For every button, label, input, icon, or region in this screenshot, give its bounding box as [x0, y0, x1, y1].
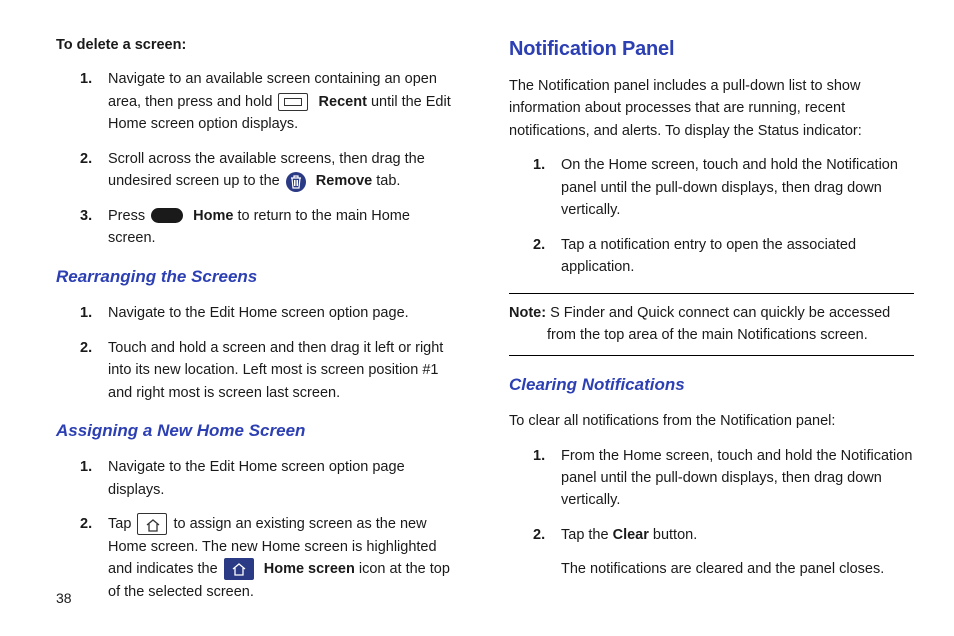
page-columns: To delete a screen: 1. Navigate to an av… [56, 34, 914, 617]
assigning-heading: Assigning a New Home Screen [56, 418, 461, 444]
note-text: S Finder and Quick connect can quickly b… [546, 305, 890, 321]
list-item: 2. Scroll across the available screens, … [80, 148, 461, 193]
step-number: 1. [80, 68, 92, 90]
list-item: 2. Touch and hold a screen and then drag… [80, 337, 461, 404]
notification-panel-heading: Notification Panel [509, 34, 914, 65]
clearing-steps: 1. From the Home screen, touch and hold … [533, 445, 914, 547]
clearing-outro: The notifications are cleared and the pa… [561, 558, 914, 580]
remove-label: Remove [316, 173, 372, 189]
step-text: Navigate to the Edit Home screen option … [108, 459, 405, 497]
notification-panel-intro: The Notification panel includes a pull-d… [509, 75, 914, 142]
step-number: 1. [80, 302, 92, 324]
list-item: 1. Navigate to the Edit Home screen opti… [80, 456, 461, 501]
list-item: 2. Tap to assign an existing screen as t… [80, 513, 461, 603]
rearranging-steps: 1. Navigate to the Edit Home screen opti… [80, 302, 461, 404]
home-outline-icon [137, 513, 167, 535]
step-text: From the Home screen, touch and hold the… [561, 448, 912, 509]
trash-icon [286, 172, 306, 192]
list-item: 1. On the Home screen, touch and hold th… [533, 154, 914, 221]
list-item: 1. Navigate to the Edit Home screen opti… [80, 302, 461, 324]
list-item: 1. From the Home screen, touch and hold … [533, 445, 914, 512]
note-block: Note: S Finder and Quick connect can qui… [509, 293, 914, 356]
step-text: button. [649, 527, 697, 543]
step-number: 1. [533, 445, 545, 467]
delete-screen-heading: To delete a screen: [56, 34, 461, 56]
step-text: Tap the [561, 527, 613, 543]
clear-label: Clear [613, 527, 649, 543]
step-number: 2. [80, 337, 92, 359]
step-text: tab. [376, 173, 400, 189]
list-item: 1. Navigate to an available screen conta… [80, 68, 461, 135]
step-text: Tap [108, 516, 135, 532]
home-filled-icon [224, 558, 254, 580]
step-text: On the Home screen, touch and hold the N… [561, 157, 898, 218]
list-item: 2. Tap a notification entry to open the … [533, 234, 914, 279]
home-screen-label: Home screen [264, 561, 355, 577]
clearing-heading: Clearing Notifications [509, 372, 914, 398]
step-number: 3. [80, 205, 92, 227]
home-button-icon [151, 208, 183, 223]
delete-screen-steps: 1. Navigate to an available screen conta… [80, 68, 461, 249]
left-column: To delete a screen: 1. Navigate to an av… [56, 34, 461, 617]
step-number: 1. [533, 154, 545, 176]
recent-icon [278, 93, 308, 111]
note-label: Note: [509, 305, 546, 321]
recent-label: Recent [319, 94, 367, 110]
assigning-steps: 1. Navigate to the Edit Home screen opti… [80, 456, 461, 603]
clearing-intro: To clear all notifications from the Noti… [509, 410, 914, 432]
notification-panel-steps: 1. On the Home screen, touch and hold th… [533, 154, 914, 278]
step-number: 2. [533, 234, 545, 256]
step-number: 2. [80, 513, 92, 535]
rearranging-heading: Rearranging the Screens [56, 264, 461, 290]
step-text: Tap a notification entry to open the ass… [561, 237, 856, 275]
step-text: Press [108, 208, 149, 224]
step-text: Touch and hold a screen and then drag it… [108, 340, 443, 401]
step-number: 1. [80, 456, 92, 478]
step-text: Navigate to the Edit Home screen option … [108, 305, 409, 321]
page-number: 38 [56, 590, 72, 606]
right-column: Notification Panel The Notification pane… [509, 34, 914, 617]
step-number: 2. [533, 524, 545, 546]
list-item: 3. Press Home to return to the main Home… [80, 205, 461, 250]
list-item: 2. Tap the Clear button. [533, 524, 914, 546]
note-text: from the top area of the main Notificati… [509, 324, 914, 346]
home-label: Home [193, 208, 233, 224]
step-number: 2. [80, 148, 92, 170]
